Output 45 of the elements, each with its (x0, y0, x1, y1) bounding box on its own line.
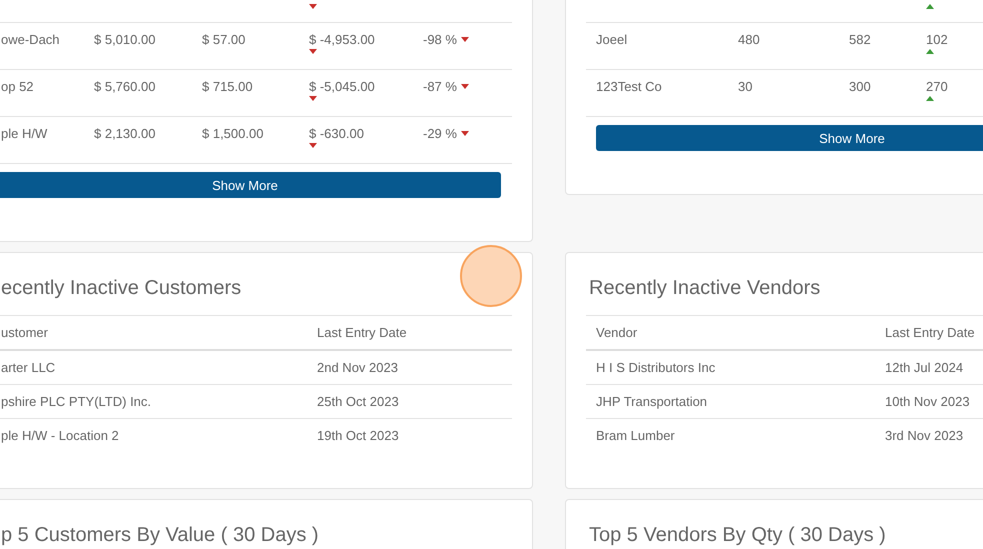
table-cell: owe-Dach (1, 32, 60, 47)
table-cell: $ 715.00 (202, 79, 253, 94)
table-cell: Joeel (596, 32, 628, 47)
table-cell: $ 5,010.00 (94, 32, 156, 47)
table-cell: $ -5,045.00 (309, 79, 375, 94)
show-more-button[interactable]: Show More (596, 125, 983, 151)
table-cell: arter LLC (1, 360, 56, 375)
table-cell: op 52 (1, 79, 34, 94)
table-cell: 102 (926, 32, 948, 47)
table-cell: $ 1,500.00 (202, 126, 264, 141)
table-cell: ple H/W - Location 2 (1, 428, 119, 443)
table-cell: 12th Jul 2024 (885, 360, 964, 375)
column-header: Vendor (596, 325, 638, 340)
table-cell: $ 5,760.00 (94, 79, 156, 94)
table-cell: $ 57.00 (202, 32, 246, 47)
table-cell: -98 % (423, 32, 457, 47)
table-cell: 3rd Nov 2023 (885, 428, 964, 443)
table-cell: 270 (926, 79, 948, 94)
panel-title: Recently Inactive Vendors (589, 276, 822, 301)
panel-title: ecently Inactive Customers (1, 276, 242, 301)
table-cell: $ 2,130.00 (94, 126, 156, 141)
column-header: ustomer (1, 325, 48, 340)
table-cell: ple H/W (1, 126, 48, 141)
table-cell: H I S Distributors Inc (596, 360, 716, 375)
table-cell: $ -630.00 (309, 126, 364, 141)
table-cell: 300 (849, 79, 871, 94)
table-cell: 2nd Nov 2023 (317, 360, 398, 375)
table-cell: 25th Oct 2023 (317, 394, 399, 409)
table-cell: Bram Lumber (596, 428, 675, 443)
table-cell: 19th Oct 2023 (317, 428, 399, 443)
column-header: Last Entry Date (317, 325, 407, 340)
table-cell: 480 (738, 32, 760, 47)
table-cell: 10th Nov 2023 (885, 394, 970, 409)
column-header: Last Entry Date (885, 325, 975, 340)
show-more-button[interactable]: Show More (0, 172, 501, 198)
table-cell: pshire PLC PTY(LTD) Inc. (1, 394, 152, 409)
table-cell: $ -4,953.00 (309, 32, 375, 47)
table-cell: 582 (849, 32, 871, 47)
panel-title: p 5 Customers By Value ( 30 Days ) (1, 523, 320, 548)
panel-title: Top 5 Vendors By Qty ( 30 Days ) (589, 523, 887, 548)
table-cell: 123Test Co (596, 79, 662, 94)
table-cell: JHP Transportation (596, 394, 708, 409)
table-cell: -87 % (423, 79, 457, 94)
table-cell: 30 (738, 79, 752, 94)
table-cell: -29 % (423, 126, 457, 141)
